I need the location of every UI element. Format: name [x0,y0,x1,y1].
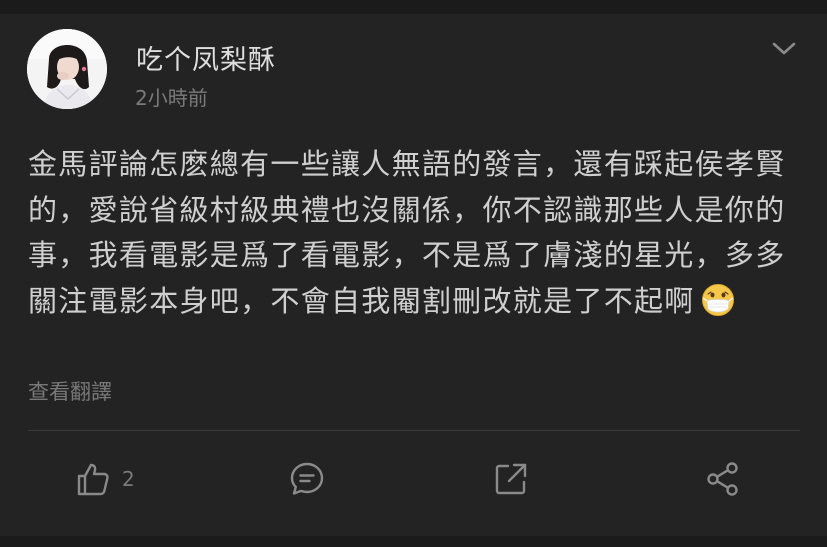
author-name[interactable]: 吃个凤梨酥 [136,38,276,77]
share-button[interactable] [705,459,741,499]
avatar[interactable] [27,29,107,109]
chevron-down-icon[interactable] [771,36,797,62]
comment-icon [289,461,325,497]
divider [28,430,800,431]
repost-icon [494,462,528,496]
post-text: 金馬評論怎麽總有一些讓人無語的發言，還有踩起侯孝賢的，愛說省級村級典禮也沒關係，… [28,147,786,318]
top-edge [0,0,827,14]
thumbs-up-icon [76,461,110,497]
translate-link[interactable]: 查看翻譯 [28,376,112,406]
post-time: 2小時前 [135,86,208,110]
post-body: 金馬評論怎麽總有一些讓人無語的發言，還有踩起侯孝賢的，愛說省級村級典禮也沒關係，… [28,142,788,324]
like-button[interactable]: 2 [76,459,135,499]
share-icon [705,461,741,497]
like-count: 2 [122,467,135,491]
comment-button[interactable] [289,459,325,499]
avatar-image [27,29,107,109]
bottom-edge [0,536,827,547]
repost-button[interactable] [494,459,528,499]
mask-face-emoji [701,283,735,317]
